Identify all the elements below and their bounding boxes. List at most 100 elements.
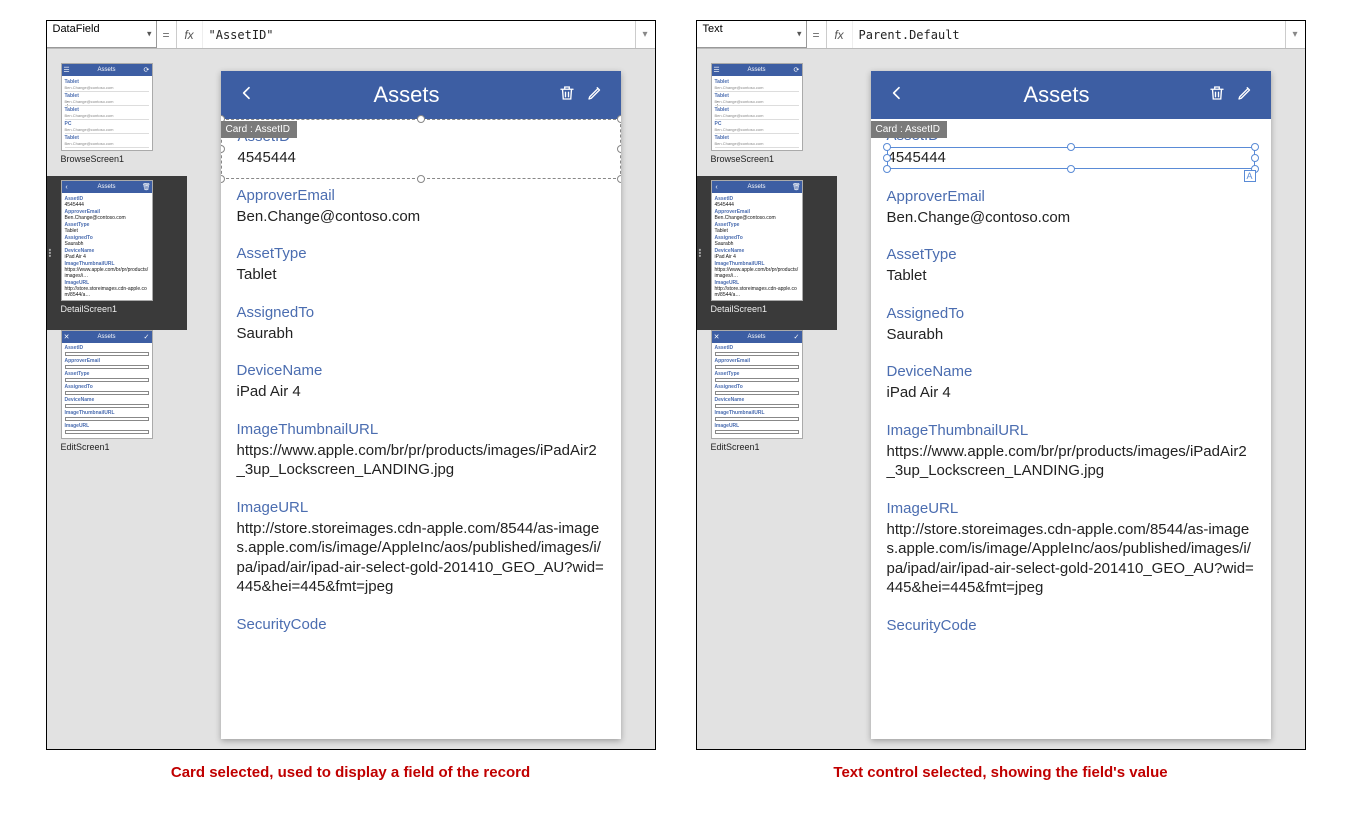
data-card[interactable]: ImageURL http://store.storeimages.cdn-app… <box>221 491 621 608</box>
thumbnail-label: BrowseScreen1 <box>711 154 829 164</box>
card-label: ImageURL <box>237 499 605 516</box>
data-card[interactable]: SecurityCode <box>871 609 1271 648</box>
chevron-down-icon: ▾ <box>797 29 802 40</box>
selection-handle[interactable] <box>221 145 225 153</box>
screen-thumbnails: ⋮☰Assets⟳TabletBen.Change@contoso.comTab… <box>47 49 187 749</box>
device-preview: Card : AssetIDAssetsAssetID4545444Approv… <box>221 71 621 739</box>
thumbnail-edit[interactable]: ✕Assets✓AssetIDApproverEmailAssetTypeAss… <box>711 330 803 439</box>
app-header: Assets <box>221 71 621 119</box>
card-label: ImageThumbnailURL <box>237 421 605 438</box>
back-icon[interactable] <box>883 85 911 106</box>
equals-label: = <box>807 21 827 48</box>
card-value[interactable]: iPad Air 4 <box>237 382 605 402</box>
data-card[interactable]: ApproverEmail Ben.Change@contoso.com <box>871 180 1271 239</box>
form-viewer: AssetID4545444AApproverEmailBen.Change@c… <box>871 119 1271 648</box>
data-card[interactable]: SecurityCode <box>221 608 621 647</box>
data-card[interactable]: AssignedTo Saurabh <box>871 297 1271 356</box>
card-value[interactable]: iPad Air 4 <box>887 383 1255 403</box>
trash-icon[interactable] <box>553 84 581 107</box>
card-label: AssignedTo <box>237 304 605 321</box>
card-label: ApproverEmail <box>237 187 605 204</box>
data-card[interactable]: DeviceName iPad Air 4 <box>871 355 1271 414</box>
thumbnail-browse[interactable]: ☰Assets⟳TabletBen.Change@contoso.comTabl… <box>711 63 803 151</box>
app-header: Assets <box>871 71 1271 119</box>
device-preview: Card : AssetIDAssetsAssetID4545444AAppro… <box>871 71 1271 739</box>
card-label: DeviceName <box>237 362 605 379</box>
card-value[interactable]: Ben.Change@contoso.com <box>887 208 1255 228</box>
app-title: Assets <box>911 82 1203 108</box>
card-value[interactable]: Tablet <box>887 266 1255 286</box>
data-card[interactable]: ImageURL http://store.storeimages.cdn-app… <box>871 492 1271 609</box>
thumbnail-label: EditScreen1 <box>61 442 179 452</box>
formula-bar: Text▾=fxParent.Default▾ <box>697 21 1305 49</box>
selection-handle[interactable] <box>617 115 621 123</box>
figure-caption: Card selected, used to display a field o… <box>171 764 530 781</box>
selection-breadcrumb[interactable]: Card : AssetID <box>221 121 297 138</box>
form-viewer: AssetID4545444ApproverEmailBen.Change@co… <box>221 119 621 647</box>
selection-handle[interactable] <box>1067 165 1075 173</box>
fx-icon[interactable]: fx <box>827 21 853 48</box>
card-value[interactable]: Saurabh <box>237 324 605 344</box>
thumbnail-detail[interactable]: ‹Assets🗑AssetID4545444ApproverEmailBen.C… <box>711 180 803 301</box>
data-card[interactable]: AssignedTo Saurabh <box>221 296 621 355</box>
selection-breadcrumb[interactable]: Card : AssetID <box>871 121 947 138</box>
thumbnail-label: BrowseScreen1 <box>61 154 179 164</box>
thumbnail-label: EditScreen1 <box>711 442 829 452</box>
card-value[interactable]: https://www.apple.com/br/pr/products/ima… <box>237 441 605 480</box>
thumbnail-browse[interactable]: ☰Assets⟳TabletBen.Change@contoso.comTabl… <box>61 63 153 151</box>
card-label: ApproverEmail <box>887 188 1255 205</box>
card-label: ImageURL <box>887 500 1255 517</box>
data-card[interactable]: AssetType Tablet <box>221 237 621 296</box>
card-label: AssetType <box>237 245 605 262</box>
card-label: SecurityCode <box>237 616 605 633</box>
property-selector[interactable]: DataField▾ <box>47 21 157 48</box>
card-value[interactable]: Tablet <box>237 265 605 285</box>
data-card[interactable]: AssetType Tablet <box>871 238 1271 297</box>
card-value[interactable]: Saurabh <box>887 325 1255 345</box>
thumbnail-edit[interactable]: ✕Assets✓AssetIDApproverEmailAssetTypeAss… <box>61 330 153 439</box>
thumbnail-detail[interactable]: ‹Assets🗑AssetID4545444ApproverEmailBen.C… <box>61 180 153 301</box>
data-card[interactable]: ImageThumbnailURL https://www.apple.com/b… <box>221 413 621 491</box>
selection-handle[interactable] <box>883 143 891 151</box>
editor-panel: Text▾=fxParent.Default▾⋮☰Assets⟳TabletBe… <box>696 20 1306 750</box>
card-label: DeviceName <box>887 363 1255 380</box>
editor-panel: DataField▾=fx"AssetID"▾⋮☰Assets⟳TabletBe… <box>46 20 656 750</box>
back-icon[interactable] <box>233 85 261 106</box>
fx-icon[interactable]: fx <box>177 21 203 48</box>
card-value[interactable]: http://store.storeimages.cdn-apple.com/8… <box>887 520 1255 598</box>
selection-handle[interactable] <box>1251 143 1259 151</box>
selection-handle[interactable] <box>1251 154 1259 162</box>
property-selector[interactable]: Text▾ <box>697 21 807 48</box>
card-label: AssetType <box>887 246 1255 263</box>
edit-icon[interactable] <box>1231 84 1259 107</box>
formula-expand[interactable]: ▾ <box>1285 21 1305 48</box>
selection-handle[interactable] <box>417 115 425 123</box>
card-value[interactable]: http://store.storeimages.cdn-apple.com/8… <box>237 519 605 597</box>
selection-handle[interactable] <box>883 154 891 162</box>
selection-handle[interactable] <box>1067 143 1075 151</box>
screen-thumbnails: ⋮☰Assets⟳TabletBen.Change@contoso.comTab… <box>697 49 837 749</box>
card-label: AssignedTo <box>887 305 1255 322</box>
card-label: ImageThumbnailURL <box>887 422 1255 439</box>
trash-icon[interactable] <box>1203 84 1231 107</box>
thumbnail-label: DetailScreen1 <box>61 304 179 314</box>
equals-label: = <box>157 21 177 48</box>
card-value[interactable]: https://www.apple.com/br/pr/products/ima… <box>887 442 1255 481</box>
formula-expand[interactable]: ▾ <box>635 21 655 48</box>
data-card[interactable]: DeviceName iPad Air 4 <box>221 354 621 413</box>
edit-icon[interactable] <box>581 84 609 107</box>
data-card[interactable]: ImageThumbnailURL https://www.apple.com/b… <box>871 414 1271 492</box>
thumbnail-label: DetailScreen1 <box>711 304 829 314</box>
data-card[interactable]: ApproverEmail Ben.Change@contoso.com <box>221 179 621 238</box>
card-value[interactable]: 4545444A <box>887 147 1255 169</box>
card-value[interactable]: 4545444 <box>238 148 604 168</box>
selection-handle[interactable] <box>883 165 891 173</box>
app-title: Assets <box>261 82 553 108</box>
design-canvas[interactable]: Card : AssetIDAssetsAssetID4545444AAppro… <box>837 49 1305 749</box>
formula-input[interactable]: Parent.Default <box>853 21 1285 48</box>
selection-handle[interactable] <box>617 145 621 153</box>
formula-input[interactable]: "AssetID" <box>203 21 635 48</box>
formula-bar: DataField▾=fx"AssetID"▾ <box>47 21 655 49</box>
design-canvas[interactable]: Card : AssetIDAssetsAssetID4545444Approv… <box>187 49 655 749</box>
card-value[interactable]: Ben.Change@contoso.com <box>237 207 605 227</box>
